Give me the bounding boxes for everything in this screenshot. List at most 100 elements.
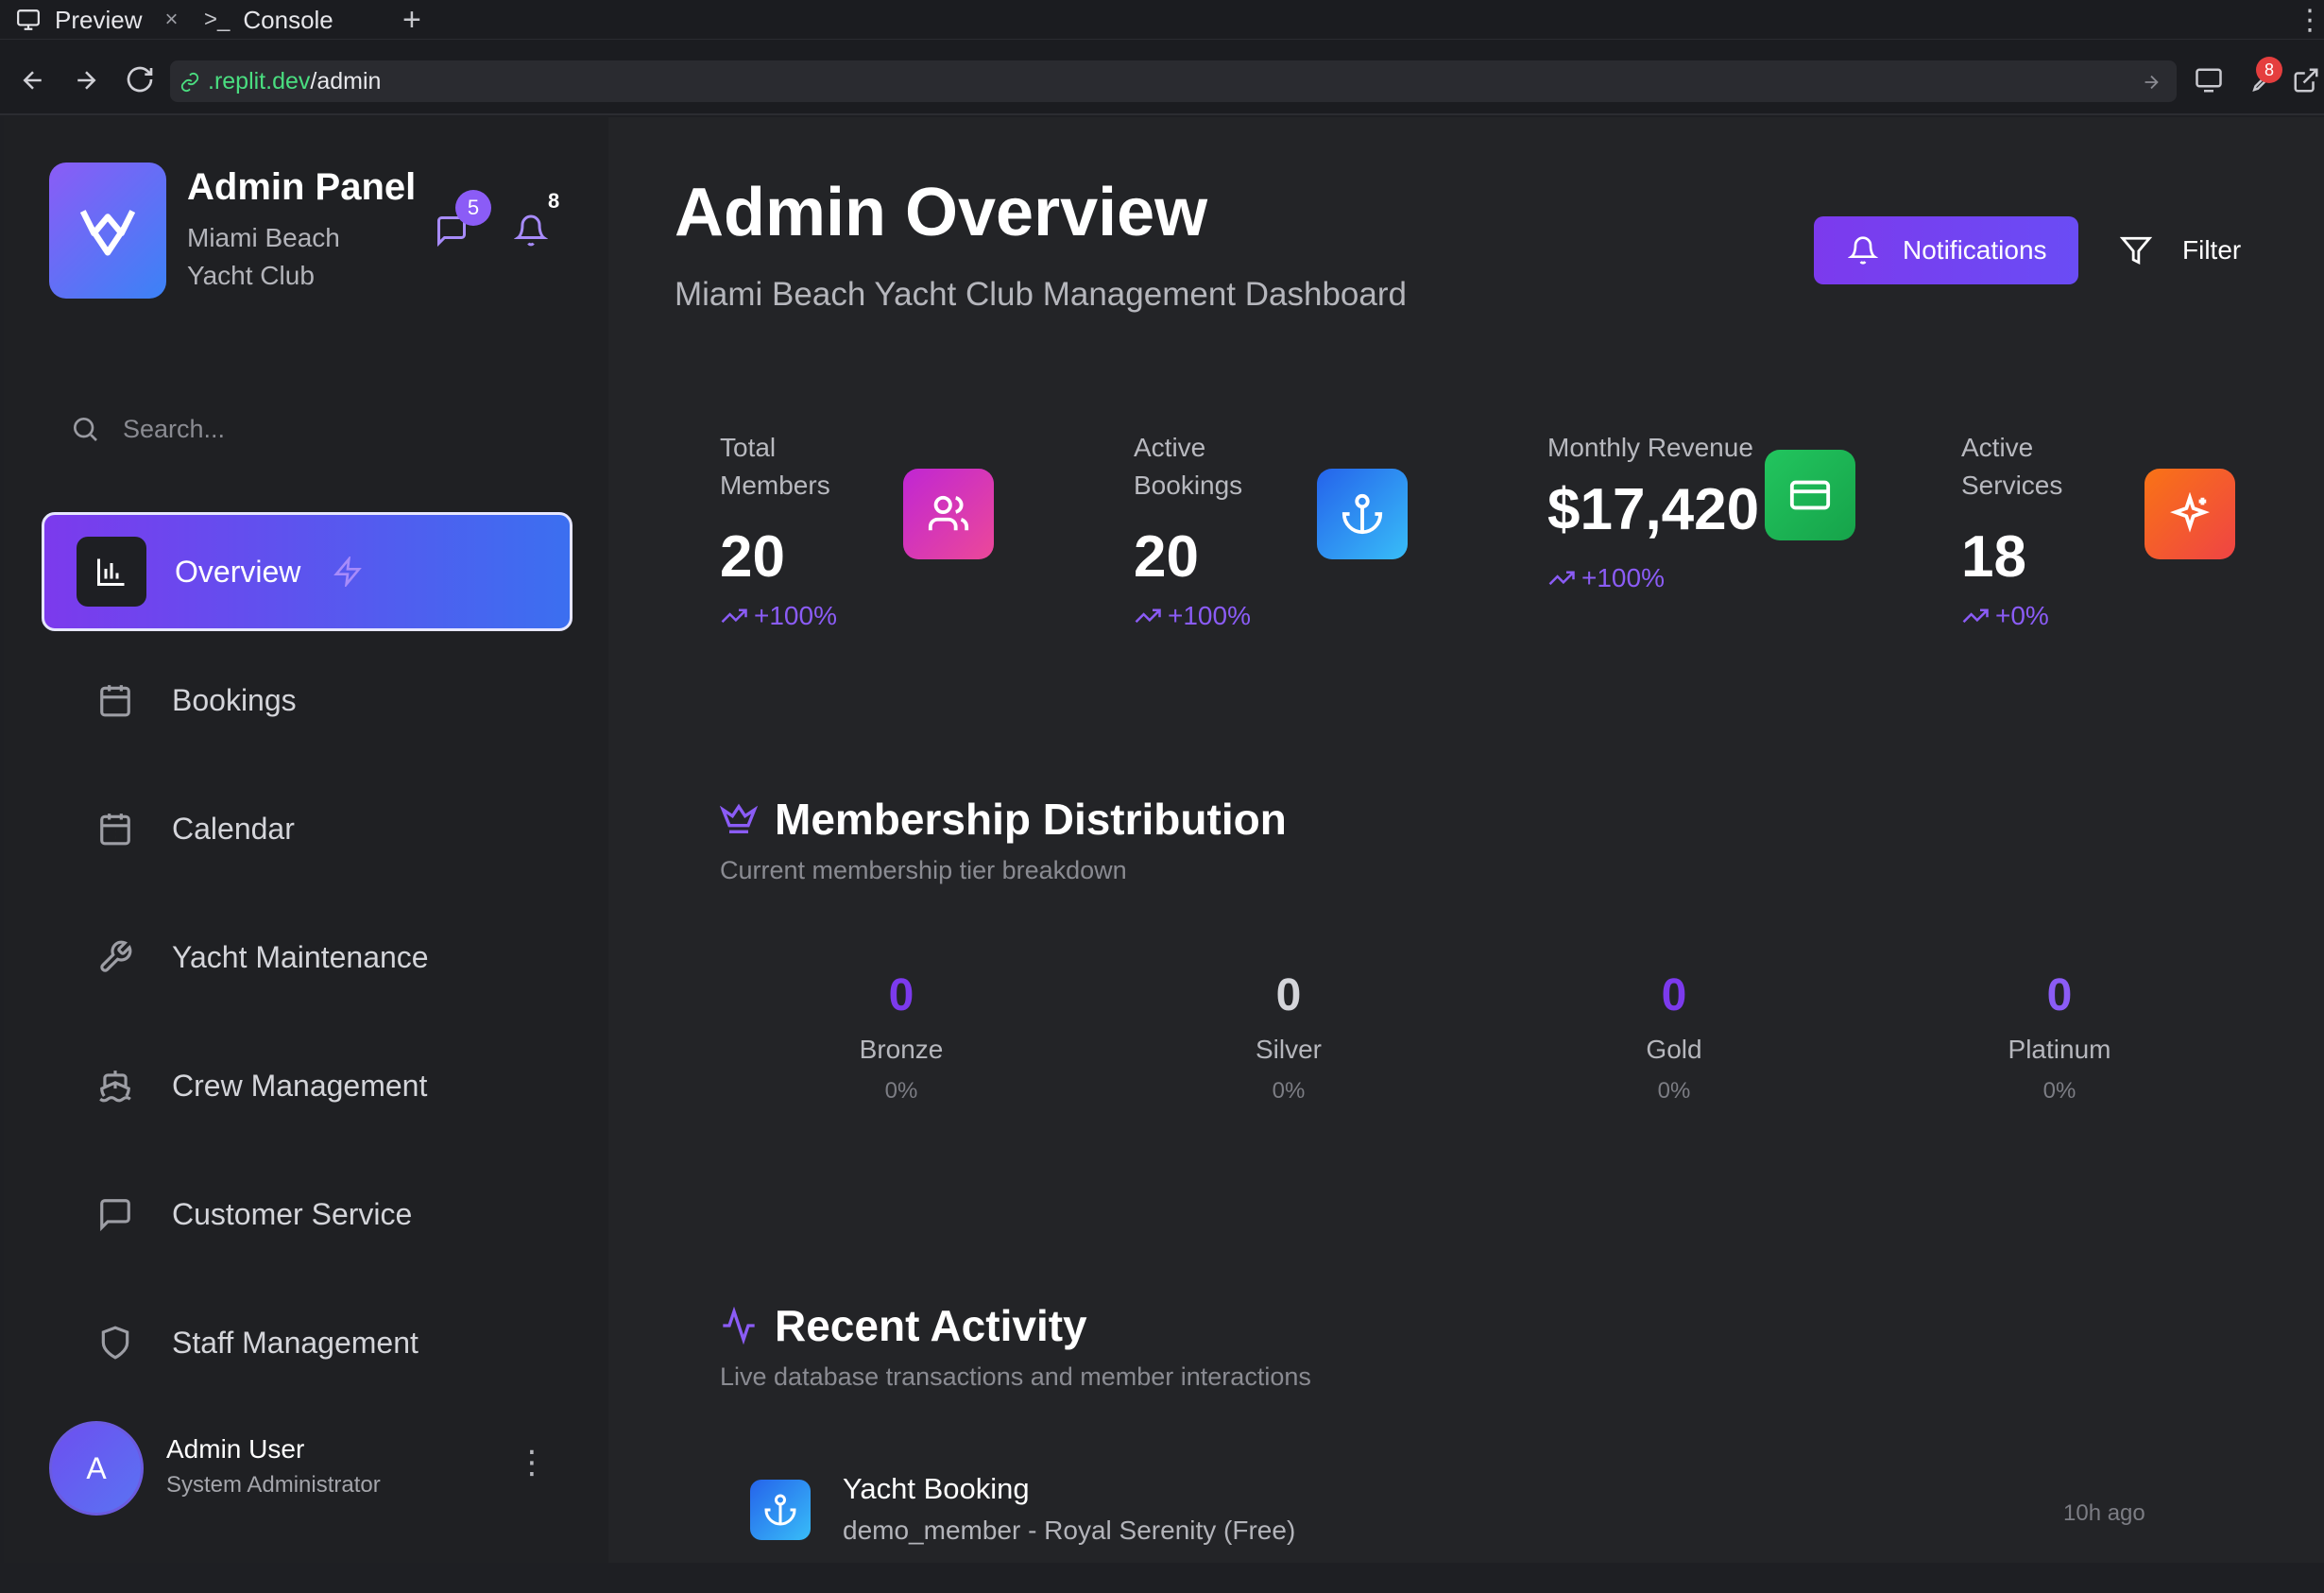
page-title: Admin Overview [675, 175, 1208, 250]
filter-label: Filter [2182, 235, 2242, 265]
messages-badge: 5 [455, 190, 491, 226]
user-name: Admin User [166, 1434, 305, 1464]
anchor-icon [750, 1480, 811, 1540]
membership-title: Membership Distribution [720, 794, 1287, 845]
sidebar-item-yacht-maintenance[interactable]: Yacht Maintenance [42, 898, 572, 1017]
sidebar-item-bookings[interactable]: Bookings [42, 641, 572, 760]
sidebar-item-label: Staff Management [172, 1325, 419, 1360]
reload-icon[interactable] [125, 64, 155, 94]
sidebar-item-customer-service[interactable]: Customer Service [42, 1155, 572, 1274]
tier-bronze: 0 Bronze 0% [778, 969, 1024, 1105]
page-subtitle: Miami Beach Yacht Club Management Dashbo… [675, 276, 1407, 313]
zap-icon [333, 557, 363, 587]
sparkles-icon [2145, 469, 2235, 559]
tab-console-label: Console [243, 5, 333, 34]
search-icon [74, 418, 97, 441]
stat-value: 20 [1134, 524, 1199, 590]
brand-title: Admin Panel [187, 166, 417, 208]
stat-label-line: Active [1134, 433, 1206, 462]
more-vertical-icon[interactable]: ⋮ [516, 1444, 548, 1482]
new-tab-icon[interactable]: + [402, 0, 421, 40]
device-icon[interactable] [2194, 66, 2224, 94]
stat-card-services: Active Services 18 +0% [1961, 429, 2324, 675]
stat-label-line: Total [720, 433, 777, 462]
forward-icon[interactable] [72, 66, 100, 94]
url-field[interactable]: .replit.dev/admin [170, 60, 2177, 102]
bell-icon[interactable] [514, 214, 548, 248]
bar-chart-icon [77, 537, 146, 607]
sidebar-item-crew-management[interactable]: Crew Management [42, 1026, 572, 1145]
tier-name: Platinum [2008, 1035, 2111, 1064]
stat-label-line: Services [1961, 471, 2063, 500]
sidebar: Admin Panel Miami Beach Yacht Club 5 8 S… [4, 117, 608, 1563]
users-icon [903, 469, 994, 559]
app-root: Admin Panel Miami Beach Yacht Club 5 8 S… [4, 117, 2324, 1563]
sidebar-item-calendar[interactable]: Calendar [42, 769, 572, 888]
activity-title: Yacht Booking [843, 1472, 1030, 1505]
tier-name: Silver [1255, 1035, 1322, 1064]
browser-tab-bar: Preview × >_ Console + ⋮ [0, 0, 2324, 40]
close-icon[interactable]: × [164, 7, 178, 33]
stat-card-members: Total Members 20 +100% [720, 429, 1117, 675]
stat-label: Total Members [720, 429, 830, 505]
sidebar-item-label: Yacht Maintenance [172, 939, 429, 974]
terminal-icon: >_ [204, 7, 231, 32]
stat-label: Active Services [1961, 429, 2062, 505]
tier-pct: 0% [1657, 1078, 1691, 1104]
calendar-grid-icon [87, 800, 144, 857]
filter-button[interactable]: Filter [2120, 216, 2290, 284]
logo-mark-icon [79, 210, 136, 256]
activity-title: Recent Activity [720, 1300, 1087, 1351]
sidebar-item-staff-management[interactable]: Staff Management [42, 1283, 572, 1402]
sidebar-item-label: Bookings [172, 682, 297, 717]
stat-value: $17,420 [1547, 477, 1760, 542]
back-icon[interactable] [19, 66, 47, 94]
wrench-icon [87, 929, 144, 985]
stat-change-value: +100% [1581, 563, 1665, 592]
monitor-icon [17, 9, 40, 30]
external-link-icon[interactable] [2292, 66, 2320, 94]
search-input[interactable]: Search... [70, 401, 542, 457]
bell-icon [1848, 236, 1878, 265]
trending-up-icon [1548, 571, 1575, 586]
stat-change-value: +0% [1995, 601, 2049, 630]
alerts-count: 8 [548, 189, 560, 213]
stat-change-value: +100% [754, 601, 837, 630]
tier-platinum: 0 Platinum 0% [1937, 969, 2182, 1105]
tier-count: 0 [888, 970, 914, 1020]
url-host: .replit.dev [208, 67, 311, 94]
sidebar-item-label: Customer Service [172, 1196, 413, 1231]
stat-label-line: Active [1961, 433, 2034, 462]
activity-title-text: Recent Activity [775, 1301, 1087, 1350]
search-placeholder: Search... [123, 414, 226, 443]
tab-preview[interactable]: Preview × [15, 0, 179, 40]
sidebar-item-label: Crew Management [172, 1068, 428, 1103]
link-icon [180, 72, 199, 93]
more-vertical-icon[interactable]: ⋮ [2296, 0, 2324, 40]
tier-pct: 0% [1272, 1078, 1306, 1104]
logo [49, 163, 166, 299]
tier-count: 0 [1661, 970, 1687, 1020]
notifications-button[interactable]: Notifications [1814, 216, 2078, 284]
tier-count: 0 [1275, 970, 1302, 1020]
tab-preview-label: Preview [55, 5, 143, 34]
sidebar-item-overview[interactable]: Overview [42, 512, 572, 631]
user-role: System Administrator [166, 1472, 381, 1498]
credit-card-icon [1765, 450, 1855, 540]
trending-up-icon [1962, 608, 1989, 624]
stat-change-value: +100% [1168, 601, 1251, 630]
calendar-icon [87, 672, 144, 728]
sidebar-item-label: Overview [175, 554, 301, 589]
trending-up-icon [1135, 608, 1161, 624]
user-profile[interactable]: A Admin User System Administrator ⋮ [49, 1421, 578, 1525]
stat-change: +100% [1134, 601, 1251, 631]
notifications-label: Notifications [1903, 235, 2047, 265]
tab-console[interactable]: >_ Console [204, 0, 333, 40]
list-item[interactable]: Yacht Booking demo_member - Royal Sereni… [750, 1472, 2186, 1567]
go-arrow-icon[interactable] [2141, 72, 2162, 93]
message-square-icon [87, 1186, 144, 1242]
membership-title-text: Membership Distribution [775, 795, 1287, 844]
tier-name: Gold [1646, 1035, 1702, 1064]
sidebar-item-label: Calendar [172, 811, 295, 846]
activity-subtitle: Live database transactions and member in… [720, 1362, 1311, 1391]
